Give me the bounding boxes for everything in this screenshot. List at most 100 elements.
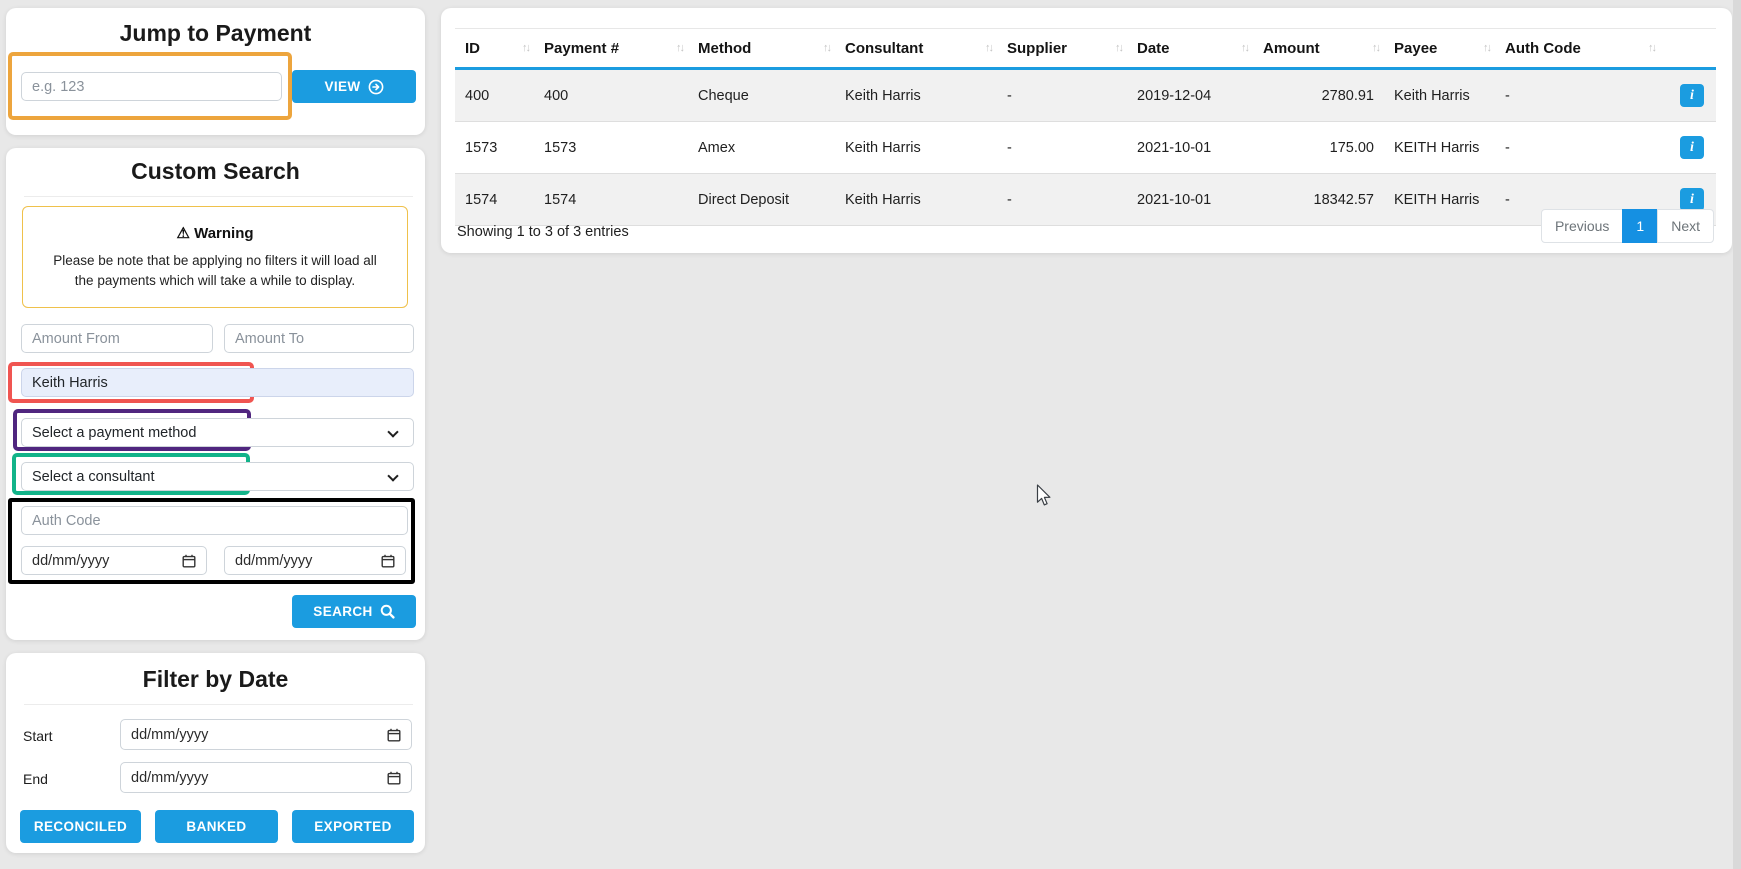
payment-id-input[interactable] <box>21 72 282 101</box>
cell-amount: 2780.91 <box>1253 68 1384 122</box>
search-button[interactable]: SEARCH <box>292 595 416 628</box>
pagination-next[interactable]: Next <box>1657 209 1714 243</box>
info-button[interactable]: i <box>1680 188 1704 211</box>
table-row: 1573 1573 Amex Keith Harris - 2021-10-01… <box>455 121 1716 174</box>
column-header-supplier[interactable]: Supplier ↑↓ <box>997 28 1127 70</box>
sort-icon: ↑↓ <box>1241 42 1250 54</box>
arrow-circle-right-icon <box>368 79 384 95</box>
cell-id: 1574 <box>455 173 534 226</box>
cell-payee: KEITH Harris <box>1384 173 1495 226</box>
cell-payee: KEITH Harris <box>1384 121 1495 174</box>
view-button[interactable]: VIEW <box>292 70 416 103</box>
filter-by-date-title: Filter by Date <box>142 666 289 692</box>
warning-title: Warning <box>194 224 254 242</box>
cell-id: 1573 <box>455 121 534 174</box>
payments-table: ID ↑↓ Payment # ↑↓ Method ↑↓ Consultant ↑↓ S… <box>455 28 1716 226</box>
cell-auth-code: - <box>1495 121 1660 174</box>
cell-amount: 175.00 <box>1253 121 1384 174</box>
warning-text: Please be note that be applying no filte… <box>53 252 377 288</box>
calendar-icon[interactable] <box>182 554 196 568</box>
cell-payment: 1574 <box>534 173 688 226</box>
cell-date: 2021-10-01 <box>1127 121 1253 174</box>
cell-method: Amex <box>688 121 835 174</box>
cell-consultant: Keith Harris <box>835 121 997 174</box>
column-header-id[interactable]: ID ↑↓ <box>455 28 534 70</box>
filter-end-date-input[interactable]: dd/mm/yyyy <box>120 762 412 793</box>
consultant-select-value: Select a consultant <box>32 468 155 485</box>
cell-payment: 1573 <box>534 121 688 174</box>
cell-payee: Keith Harris <box>1384 68 1495 122</box>
cell-auth-code: - <box>1495 68 1660 122</box>
column-header-date[interactable]: Date ↑↓ <box>1127 28 1253 70</box>
date-to-input[interactable]: dd/mm/yyyy <box>224 546 406 575</box>
payments-table-card: ID ↑↓ Payment # ↑↓ Method ↑↓ Consultant ↑↓ S… <box>441 8 1732 253</box>
column-header-payment[interactable]: Payment # ↑↓ <box>534 28 688 70</box>
cell-supplier: - <box>997 173 1127 226</box>
sort-icon: ↑↓ <box>676 42 685 54</box>
jump-to-payment-title: Jump to Payment <box>119 20 312 46</box>
calendar-icon[interactable] <box>381 554 395 568</box>
filter-start-value: dd/mm/yyyy <box>131 726 209 743</box>
column-header-method[interactable]: Method ↑↓ <box>688 28 835 70</box>
cell-supplier: - <box>997 121 1127 174</box>
mouse-cursor <box>1036 484 1054 513</box>
jump-to-payment-card: Jump to Payment VIEW <box>6 8 425 135</box>
column-header-payee[interactable]: Payee ↑↓ <box>1384 28 1495 70</box>
date-from-input[interactable]: dd/mm/yyyy <box>21 546 207 575</box>
scrollbar[interactable] <box>1733 0 1741 869</box>
calendar-icon[interactable] <box>387 728 401 742</box>
filter-start-date-input[interactable]: dd/mm/yyyy <box>120 719 412 750</box>
table-header-row: ID ↑↓ Payment # ↑↓ Method ↑↓ Consultant ↑↓ S… <box>455 28 1716 70</box>
info-icon: i <box>1690 191 1694 207</box>
auth-code-input[interactable] <box>21 506 408 535</box>
pagination-previous[interactable]: Previous <box>1540 209 1624 243</box>
cell-id: 400 <box>455 68 534 122</box>
column-header-actions <box>1660 28 1716 70</box>
pagination: Previous 1 Next <box>1540 209 1714 243</box>
payee-input[interactable] <box>21 368 414 397</box>
chevron-down-icon <box>387 470 399 482</box>
cell-date: 2019-12-04 <box>1127 68 1253 122</box>
start-label: Start <box>23 728 53 744</box>
pagination-page-1[interactable]: 1 <box>1622 209 1659 243</box>
sort-icon: ↑↓ <box>522 42 531 54</box>
chevron-down-icon <box>387 426 399 438</box>
filter-by-date-card: Filter by Date Start dd/mm/yyyy End dd/m… <box>6 653 425 853</box>
table-row: 1574 1574 Direct Deposit Keith Harris - … <box>455 173 1716 226</box>
table-info-text: Showing 1 to 3 of 3 entries <box>457 224 629 240</box>
calendar-icon[interactable] <box>387 771 401 785</box>
banked-button[interactable]: BANKED <box>155 810 278 843</box>
end-label: End <box>23 771 48 787</box>
cell-consultant: Keith Harris <box>835 68 997 122</box>
divider <box>24 196 413 197</box>
search-icon <box>380 604 395 619</box>
sort-icon: ↑↓ <box>823 42 832 54</box>
table-row: 400 400 Cheque Keith Harris - 2019-12-04… <box>455 68 1716 122</box>
column-header-amount[interactable]: Amount ↑↓ <box>1253 28 1384 70</box>
payment-method-select[interactable]: Select a payment method <box>21 418 414 447</box>
cell-method: Cheque <box>688 68 835 122</box>
cell-method: Direct Deposit <box>688 173 835 226</box>
info-button[interactable]: i <box>1680 84 1704 107</box>
exported-button[interactable]: EXPORTED <box>292 810 414 843</box>
column-header-consultant[interactable]: Consultant ↑↓ <box>835 28 997 70</box>
exported-button-label: EXPORTED <box>314 819 392 834</box>
divider <box>24 704 413 705</box>
info-button[interactable]: i <box>1680 136 1704 159</box>
date-to-value: dd/mm/yyyy <box>235 552 313 569</box>
cell-consultant: Keith Harris <box>835 173 997 226</box>
reconciled-button[interactable]: RECONCILED <box>20 810 141 843</box>
amount-to-input[interactable] <box>224 324 414 353</box>
custom-search-card: Custom Search ⚠ Warning Please be note t… <box>6 148 425 640</box>
amount-from-input[interactable] <box>21 324 213 353</box>
warning-box: ⚠ Warning Please be note that be applyin… <box>22 206 408 308</box>
filter-end-value: dd/mm/yyyy <box>131 769 209 786</box>
reconciled-button-label: RECONCILED <box>33 819 128 834</box>
consultant-select[interactable]: Select a consultant <box>21 462 414 491</box>
search-button-label: SEARCH <box>313 604 373 619</box>
custom-search-title: Custom Search <box>131 158 300 184</box>
column-header-auth-code[interactable]: Auth Code ↑↓ <box>1495 28 1660 70</box>
cell-supplier: - <box>997 68 1127 122</box>
view-button-label: VIEW <box>324 79 361 94</box>
payment-method-select-value: Select a payment method <box>32 424 197 441</box>
